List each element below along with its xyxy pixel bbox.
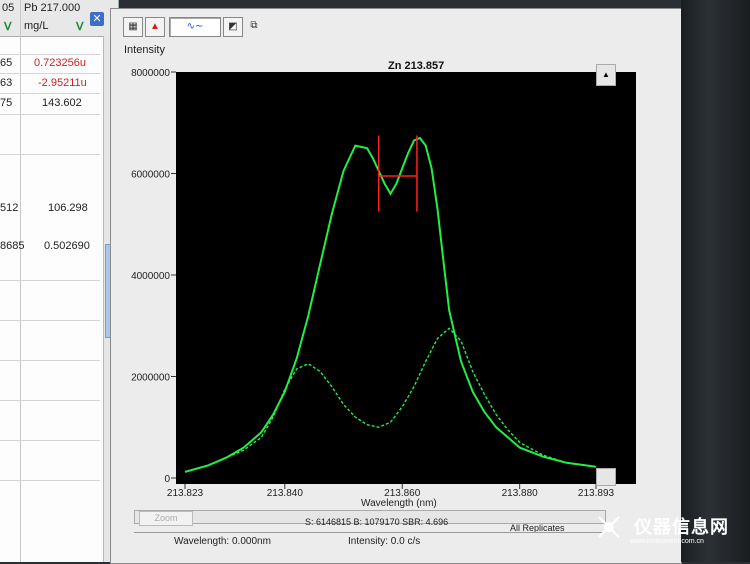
x-tick-label: 213.893 bbox=[578, 488, 615, 499]
zoom-button[interactable]: Zoom bbox=[139, 511, 193, 526]
status-intensity: Intensity: 0.0 c/s bbox=[348, 536, 421, 547]
peak-stats: S: 6146815 B: 1079170 SBR: 4.696 bbox=[305, 517, 449, 527]
y-tick-label: 2000000 bbox=[131, 373, 170, 384]
scroll-up-icon[interactable]: ▲ bbox=[596, 64, 616, 86]
x-tick-label: 213.823 bbox=[167, 488, 204, 499]
x-tick-label: 213.840 bbox=[267, 488, 304, 499]
y-tick-label: 0 bbox=[164, 474, 170, 485]
y-tick-label: 4000000 bbox=[131, 271, 170, 282]
plot-area[interactable] bbox=[176, 72, 636, 484]
status-wavelength: Wavelength: 0.000nm bbox=[174, 536, 271, 547]
x-tick-label: 213.880 bbox=[502, 488, 539, 499]
y-tick-label: 6000000 bbox=[131, 170, 170, 181]
y-tick-label: 8000000 bbox=[131, 68, 170, 79]
monitor-bezel bbox=[681, 0, 750, 562]
watermark-url: www.instrument.com.cn bbox=[630, 538, 704, 545]
x-axis-title: Wavelength (nm) bbox=[361, 498, 437, 509]
scroll-corner[interactable] bbox=[596, 468, 616, 486]
spectrum-chart[interactable]: 213.823 213.840 213.860 213.880 213.89302000… bbox=[0, 0, 750, 562]
status-bar: Wavelength: 0.000nm Intensity: 0.0 c/s bbox=[134, 532, 604, 549]
watermark-text: 仪器信息网 bbox=[634, 517, 729, 537]
watermark-logo bbox=[594, 512, 624, 542]
